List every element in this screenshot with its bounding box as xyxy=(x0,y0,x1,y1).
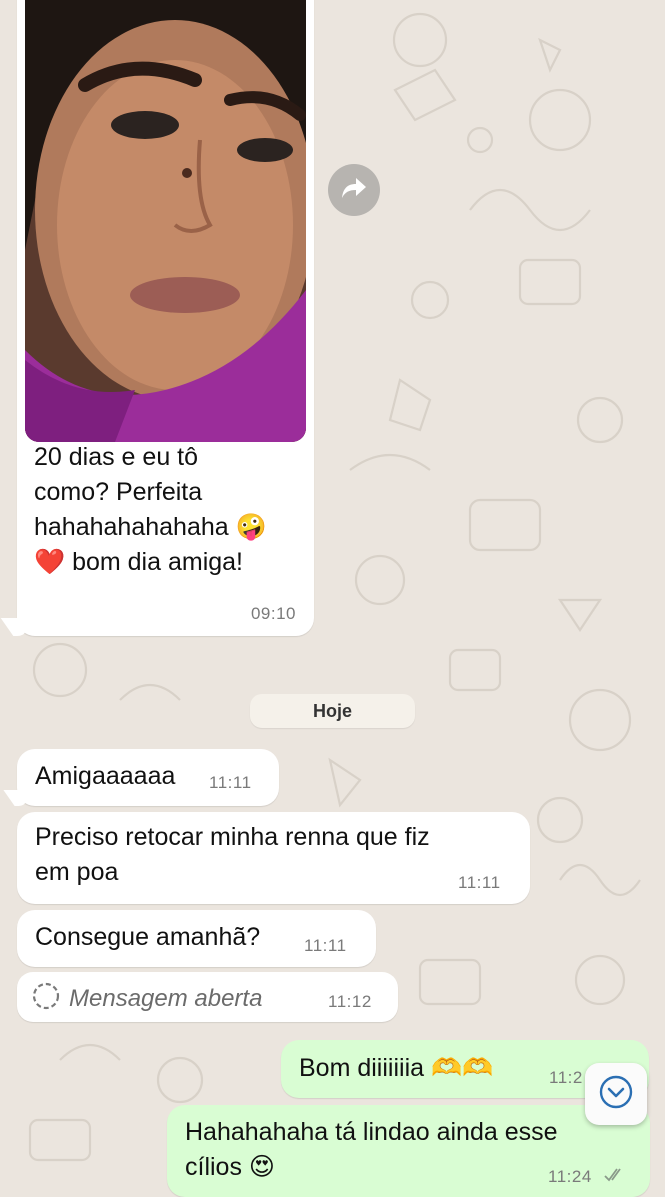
image-caption: 20 dias e eu tô como? Perfeita hahahahah… xyxy=(34,443,267,576)
share-arrow-icon xyxy=(341,177,367,204)
photo-thumbnail[interactable] xyxy=(25,0,306,442)
outgoing-message[interactable]: Hahahahaha tá lindao ainda esse cílios 😍… xyxy=(167,1105,650,1197)
message-time: 11:2 xyxy=(549,1068,583,1087)
incoming-message[interactable]: Preciso retocar minha renna que fiz em p… xyxy=(17,812,530,904)
message-time: 11:24 xyxy=(548,1167,592,1186)
view-once-icon xyxy=(31,981,61,1016)
incoming-message[interactable]: Amigaaaaaa 11:11 xyxy=(17,749,279,806)
forward-button[interactable] xyxy=(328,164,380,216)
message-time: 11:11 xyxy=(458,873,501,892)
scroll-to-bottom-button[interactable] xyxy=(585,1063,647,1125)
date-separator: Hoje xyxy=(250,694,415,728)
double-check-icon xyxy=(604,1167,626,1188)
message-time: 11:11 xyxy=(304,936,347,955)
message-time: 09:10 xyxy=(250,604,296,623)
message-text: Preciso retocar minha renna que fiz em p… xyxy=(35,823,430,886)
message-text: Hahahahaha tá lindao ainda esse cílios 😍 xyxy=(185,1118,558,1181)
image-message[interactable]: 20 dias e eu tô como? Perfeita hahahahah… xyxy=(17,0,314,636)
message-text: Consegue amanhã? xyxy=(35,923,261,951)
view-once-message[interactable]: Mensagem aberta 11:12 xyxy=(17,972,398,1022)
message-time: 11:11 xyxy=(209,773,252,792)
chevron-down-icon xyxy=(598,1074,634,1115)
message-text: Bom diiiiiiia 🫶🫶 xyxy=(299,1054,494,1082)
message-time: 11:12 xyxy=(328,992,372,1011)
incoming-message[interactable]: Consegue amanhã? 11:11 xyxy=(17,910,376,967)
message-text: Mensagem aberta xyxy=(69,984,263,1012)
message-text: Amigaaaaaa xyxy=(35,762,176,790)
